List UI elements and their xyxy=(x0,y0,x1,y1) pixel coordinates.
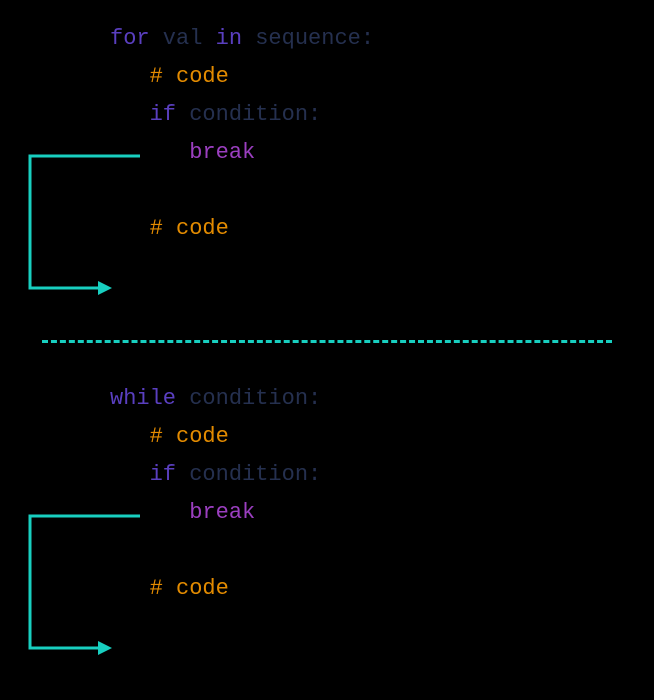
colon: : xyxy=(308,386,321,411)
for-line: for val in sequence: xyxy=(110,20,374,58)
while-loop-block: while condition: # code if condition: br… xyxy=(110,380,321,608)
colon: : xyxy=(308,462,321,487)
identifier-condition: condition xyxy=(176,386,308,411)
comment-line-2: # code xyxy=(110,570,321,608)
colon: : xyxy=(361,26,374,51)
keyword-break: break xyxy=(189,140,255,165)
identifier-condition: condition xyxy=(176,102,308,127)
identifier-condition: condition xyxy=(176,462,308,487)
keyword-in: in xyxy=(216,26,242,51)
blank-line xyxy=(110,172,374,210)
break-line: break xyxy=(110,494,321,532)
comment-line-1: # code xyxy=(110,418,321,456)
section-divider xyxy=(42,340,612,343)
comment-code: # code xyxy=(150,216,229,241)
while-line: while condition: xyxy=(110,380,321,418)
break-line: break xyxy=(110,134,374,172)
if-line: if condition: xyxy=(110,96,374,134)
keyword-for: for xyxy=(110,26,150,51)
comment-code: # code xyxy=(150,64,229,89)
for-loop-block: for val in sequence: # code if condition… xyxy=(110,20,374,248)
comment-code: # code xyxy=(150,424,229,449)
diagram-container: for val in sequence: # code if condition… xyxy=(0,0,654,700)
keyword-while: while xyxy=(110,386,176,411)
blank-line xyxy=(110,532,321,570)
if-line: if condition: xyxy=(110,456,321,494)
comment-code: # code xyxy=(150,576,229,601)
comment-line-1: # code xyxy=(110,58,374,96)
identifier-sequence: sequence xyxy=(242,26,361,51)
keyword-break: break xyxy=(189,500,255,525)
keyword-if: if xyxy=(150,102,176,127)
colon: : xyxy=(308,102,321,127)
keyword-if: if xyxy=(150,462,176,487)
comment-line-2: # code xyxy=(110,210,374,248)
identifier-val: val xyxy=(150,26,216,51)
